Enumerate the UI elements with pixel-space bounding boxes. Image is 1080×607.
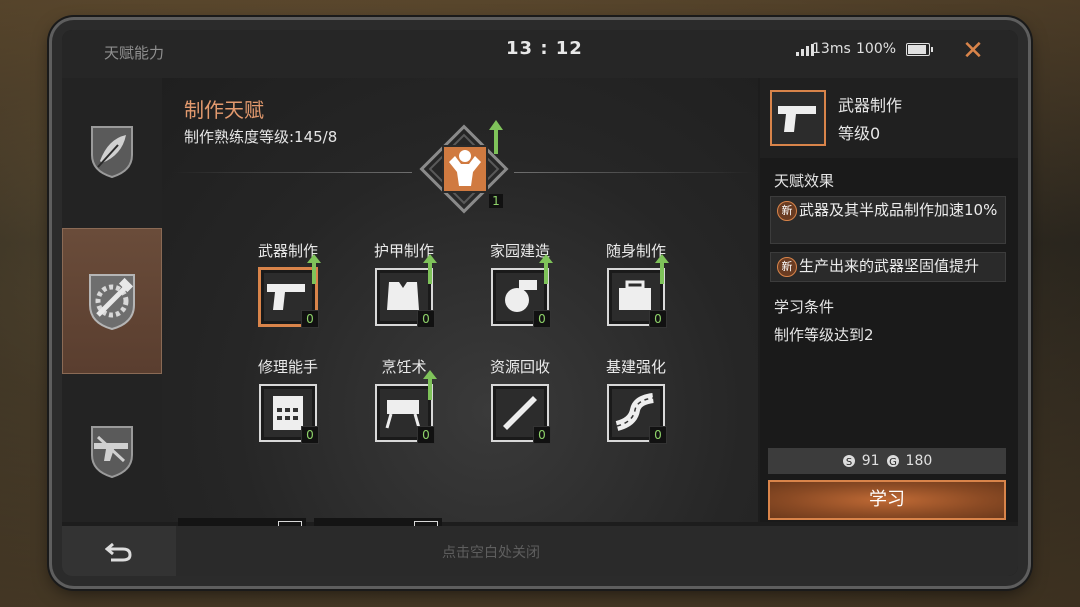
upgrade-arrow-icon <box>423 370 437 400</box>
talent-level: 0 <box>301 310 319 328</box>
silver-coin-icon: S <box>842 455 855 468</box>
effect-item: 新生产出来的武器坚固值提升 <box>770 252 1006 282</box>
effect-item: 新武器及其半成品制作加速10% <box>770 196 1006 244</box>
talent-level: 0 <box>533 310 551 328</box>
talent-weapon-crafting: 武器制作 0 <box>238 240 338 328</box>
talent-tile-armor[interactable]: 0 <box>375 254 437 328</box>
root-level: 1 <box>489 194 503 208</box>
talent-level: 0 <box>649 310 667 328</box>
tree-subtitle: 制作熟练度等级:145/8 <box>184 128 338 146</box>
tab-crafting[interactable] <box>62 228 162 374</box>
talent-armor-crafting: 护甲制作 0 <box>354 240 454 328</box>
new-badge: 新 <box>777 256 797 277</box>
ping-text: 13ms <box>812 41 851 57</box>
back-arrow-icon <box>105 542 132 562</box>
battery-icon <box>906 43 933 56</box>
detail-header: 武器制作 等级0 <box>760 78 1018 158</box>
talent-tile-weapon[interactable]: 0 <box>259 254 321 328</box>
status-bar: 天赋能力 13 : 12 13ms 100% ✕ <box>62 30 1018 78</box>
talent-screen: 天赋能力 13 : 12 13ms 100% ✕ 制作天赋 制作熟练度等级:14… <box>62 30 1018 576</box>
talent-label: 资源回收 <box>489 358 550 376</box>
upgrade-arrow-icon <box>489 120 503 154</box>
talent-tile-cooking[interactable]: 0 <box>375 370 437 444</box>
battery-percent: 100% <box>856 41 897 57</box>
clock: 13 : 12 <box>506 38 583 59</box>
svg-text:S: S <box>846 457 852 468</box>
learn-button[interactable]: 学习 <box>768 480 1006 520</box>
tab-combat[interactable] <box>62 378 162 524</box>
talent-level: 0 <box>417 426 435 444</box>
pistol-icon <box>778 106 816 132</box>
effect-title: 天赋效果 <box>774 172 835 190</box>
bottom-bar: 点击空白处关闭 <box>62 526 1018 576</box>
talent-level: 0 <box>301 426 319 444</box>
close-hint[interactable]: 点击空白处关闭 <box>442 542 540 562</box>
vest-icon <box>387 282 419 310</box>
talent-level: 0 <box>533 426 551 444</box>
tree-title: 制作天赋 <box>184 98 264 122</box>
talent-label: 家园建造 <box>489 242 550 260</box>
learn-cost: S 91 G 180 <box>768 448 1006 474</box>
talent-tile-repair[interactable]: 0 <box>259 384 319 444</box>
cost-gold: 180 <box>905 453 933 469</box>
gear-hammer-shield-icon <box>89 274 135 331</box>
requirement-title: 学习条件 <box>774 298 835 316</box>
grill-icon <box>385 400 421 429</box>
effect-text: 生产出来的武器坚固值提升 <box>799 257 980 275</box>
talent-home-building: 家园建造 0 <box>470 240 570 328</box>
root-talent-node[interactable]: 1 <box>417 120 511 216</box>
effect-text: 武器及其半成品制作加速10% <box>799 201 998 219</box>
talent-label: 烹饪术 <box>381 358 427 376</box>
talent-detail-panel: 武器制作 等级0 天赋效果 新武器及其半成品制作加速10% 新生产出来的武器坚固… <box>760 78 1018 522</box>
talent-recycling: 资源回收 0 <box>470 356 570 444</box>
requirement-text: 制作等级达到2 <box>774 326 874 344</box>
upgrade-arrow-icon <box>655 254 669 284</box>
cost-silver: 91 <box>861 453 880 469</box>
talent-level: 0 <box>417 310 435 328</box>
detail-name: 武器制作 <box>838 96 903 115</box>
talent-tile-portable[interactable]: 0 <box>607 254 669 328</box>
window-title: 天赋能力 <box>104 44 165 62</box>
talent-tile-recycling[interactable]: 0 <box>491 384 551 444</box>
toolbox-icon <box>619 280 651 310</box>
upgrade-arrow-icon <box>307 254 321 284</box>
divider-right <box>514 172 754 173</box>
talent-level: 0 <box>649 426 667 444</box>
talent-label: 护甲制作 <box>373 242 434 260</box>
talent-infrastructure: 基建强化 0 <box>586 356 686 444</box>
category-nav <box>62 78 162 522</box>
talent-tree: 制作天赋 制作熟练度等级:145/8 1 武器制作 0 护甲制作 0 家园建造 … <box>162 78 758 548</box>
talent-cooking: 烹饪术 0 <box>354 356 454 444</box>
gold-coin-icon: G <box>886 455 899 468</box>
talent-label: 修理能手 <box>257 358 318 376</box>
talent-label: 武器制作 <box>257 242 318 260</box>
leaf-shield-icon <box>91 126 133 179</box>
detail-level: 等级0 <box>838 124 881 143</box>
talent-label: 随身制作 <box>605 242 666 260</box>
tab-survival[interactable] <box>62 78 162 224</box>
gun-shield-icon <box>91 426 133 479</box>
upgrade-arrow-icon <box>539 254 553 284</box>
talent-repair: 修理能手 0 <box>238 356 338 444</box>
back-button[interactable] <box>62 526 176 576</box>
talent-label: 基建强化 <box>605 358 666 376</box>
divider-left <box>172 172 412 173</box>
new-badge: 新 <box>777 200 797 221</box>
talent-tile-infrastructure[interactable]: 0 <box>607 384 667 444</box>
talent-tile-building[interactable]: 0 <box>491 254 553 328</box>
svg-text:G: G <box>889 457 897 468</box>
upgrade-arrow-icon <box>423 254 437 284</box>
detail-icon <box>770 90 826 146</box>
talent-portable-crafting: 随身制作 0 <box>586 240 686 328</box>
close-icon[interactable]: ✕ <box>958 34 988 68</box>
